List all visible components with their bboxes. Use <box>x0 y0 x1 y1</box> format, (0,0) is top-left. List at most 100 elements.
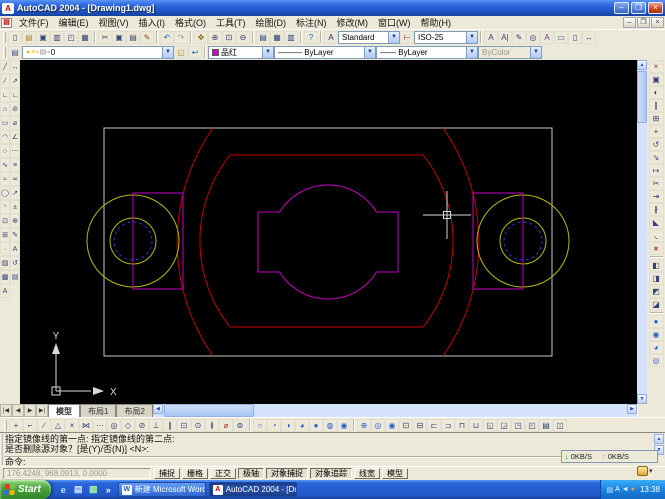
chevron-down-icon[interactable]: ▼ <box>364 46 375 58</box>
mirror-button[interactable]: ◐ <box>648 86 664 99</box>
snap-quadrant-button[interactable]: ◇ <box>121 418 135 432</box>
open-button[interactable]: ▤ <box>22 30 36 44</box>
media-app-button[interactable]: ▦ <box>87 483 100 496</box>
layout-tab-0[interactable]: 模型 <box>48 404 80 417</box>
hatch-button[interactable]: ▨ <box>0 256 10 270</box>
shade-gouraud-button[interactable]: ◉ <box>648 328 664 341</box>
flat-shaded-edges-button[interactable]: ◍ <box>323 418 337 432</box>
dim-ordinate-button[interactable]: ∟ <box>10 88 20 102</box>
chevron-down-icon[interactable]: ▾ <box>649 467 653 475</box>
internet-explorer-button[interactable]: e <box>57 483 70 496</box>
text-style-combo[interactable]: Standard ▼ <box>338 30 400 44</box>
menu-item-4[interactable]: 格式(O) <box>170 16 211 29</box>
volume-tray-button[interactable]: ◄ <box>622 486 629 494</box>
restore-button[interactable]: ❐ <box>631 2 646 14</box>
layer-plot-button[interactable]: ▤ <box>40 48 47 56</box>
ellipse-arc-button[interactable]: ◝ <box>0 200 10 214</box>
dim-baseline-button[interactable]: ≡ <box>10 158 20 172</box>
dim-style-manager-button[interactable]: ⊢ <box>400 30 414 44</box>
draworder-front-button[interactable]: ◧ <box>648 259 664 272</box>
snap-nearest-button[interactable]: ≬ <box>205 418 219 432</box>
pan-realtime-button[interactable]: ✥ <box>194 30 208 44</box>
single-line-text-button[interactable]: A| <box>498 30 512 44</box>
spline-button[interactable]: ≈ <box>0 172 10 186</box>
dim-linear-button[interactable]: ↔ <box>10 60 20 74</box>
layout-tab-2[interactable]: 布局2 <box>116 404 153 417</box>
insert-block-button[interactable]: ⊡ <box>0 214 10 228</box>
chamfer-button[interactable]: ◣ <box>648 216 664 229</box>
menu-item-3[interactable]: 插入(I) <box>134 16 171 29</box>
text-style-manager-button[interactable]: A <box>324 30 338 44</box>
save-button[interactable]: ▣ <box>36 30 50 44</box>
menu-item-0[interactable]: 文件(F) <box>14 16 54 29</box>
tab-prev-button[interactable]: ◀ <box>12 404 24 417</box>
draworder-under-button[interactable]: ◪ <box>648 298 664 311</box>
view-bottom-button[interactable]: ⊟ <box>413 418 427 432</box>
tool-palettes-button[interactable]: ▥ <box>284 30 298 44</box>
helper-icon[interactable] <box>637 466 648 476</box>
match-properties-button[interactable]: ✎ <box>140 30 154 44</box>
status-toggle-1[interactable]: 栅格 <box>182 468 208 479</box>
orbit-3d-button[interactable]: ◎ <box>648 354 664 367</box>
dim-text-edit-button[interactable]: A <box>10 242 20 256</box>
horizontal-scroll-thumb[interactable] <box>163 404 254 417</box>
gouraud-shaded-edges-button[interactable]: ◉ <box>337 418 351 432</box>
tray-helper-widget[interactable]: ▾ <box>637 466 653 476</box>
view-top-button[interactable]: ⊡ <box>399 418 413 432</box>
menu-item-1[interactable]: 编辑(E) <box>54 16 94 29</box>
close-button[interactable]: × <box>648 2 663 14</box>
child-restore-button[interactable]: ❐ <box>637 17 650 28</box>
publish-button[interactable]: ▦ <box>78 30 92 44</box>
temporary-track-point-button[interactable]: + <box>9 418 23 432</box>
status-toggle-3[interactable]: 极轴 <box>238 468 264 479</box>
snap-midpoint-button[interactable]: △ <box>51 418 65 432</box>
snap-extension-button[interactable]: ⋯ <box>93 418 107 432</box>
break-button[interactable]: ∦ <box>648 203 664 216</box>
properties-button[interactable]: ▤ <box>256 30 270 44</box>
plot-button[interactable]: ▥ <box>50 30 64 44</box>
line-button[interactable]: ╱ <box>0 60 10 74</box>
monitor-tray-button[interactable]: ● <box>631 486 635 494</box>
view-right-button[interactable]: ⊐ <box>441 418 455 432</box>
dim-edit-button[interactable]: ✎ <box>10 228 20 242</box>
region-button[interactable]: ▩ <box>0 270 10 284</box>
dim-style-combo[interactable]: ISO-25 ▼ <box>414 30 478 44</box>
cut-button[interactable]: ✂ <box>98 30 112 44</box>
draworder-above-button[interactable]: ◩ <box>648 285 664 298</box>
task-button-0[interactable]: W新建 Microsoft Word ... <box>117 482 206 497</box>
fillet-button[interactable]: ◟ <box>648 229 664 242</box>
shade-hidden-button[interactable]: ◕ <box>648 341 664 354</box>
snap-tangent-button[interactable]: ⊘ <box>135 418 149 432</box>
shade-flat-button[interactable]: ● <box>648 315 664 328</box>
zoom-window-button[interactable]: ⊡ <box>222 30 236 44</box>
vertical-scroll-thumb[interactable] <box>637 71 647 123</box>
status-toggle-6[interactable]: 线宽 <box>354 468 380 479</box>
zoom-realtime-button[interactable]: ⊕ <box>208 30 222 44</box>
erase-button[interactable]: × <box>648 60 664 73</box>
menu-item-9[interactable]: 窗口(W) <box>373 16 416 29</box>
cad-drawing[interactable]: YX <box>20 60 627 404</box>
justify-text-button[interactable]: ▯ <box>568 30 582 44</box>
scale-button[interactable]: ⇘ <box>648 151 664 164</box>
make-object-layer-current-button[interactable]: ◱ <box>174 45 188 59</box>
circle-button[interactable]: ○ <box>0 144 10 158</box>
polyline-button[interactable]: ∟ <box>0 88 10 102</box>
convert-distance-button[interactable]: ↔ <box>582 30 596 44</box>
make-block-button[interactable]: ⊞ <box>0 228 10 242</box>
find-replace-button[interactable]: ◎ <box>526 30 540 44</box>
command-prompt[interactable]: 命令: <box>5 457 653 467</box>
text-style-button[interactable]: A <box>540 30 554 44</box>
menu-item-5[interactable]: 工具(T) <box>211 16 251 29</box>
view-se-iso-button[interactable]: ◲ <box>497 418 511 432</box>
quick-dimension-button[interactable]: ⋯ <box>10 144 20 158</box>
plot-preview-button[interactable]: ◰ <box>64 30 78 44</box>
dim-style-button[interactable]: ▤ <box>10 270 20 284</box>
task-button-1[interactable]: AAutoCAD 2004 - [Dra... <box>208 482 297 497</box>
snap-from-button[interactable]: ⌐ <box>23 418 37 432</box>
zoom-3d-button[interactable]: ⊕ <box>357 418 371 432</box>
snap-intersection-button[interactable]: × <box>65 418 79 432</box>
layer-freeze-button[interactable]: ¤ <box>31 49 35 56</box>
vertical-scrollbar[interactable]: ▲ ▼ <box>637 60 647 404</box>
quick-launch-more-button[interactable]: » <box>102 483 115 496</box>
flat-shaded-button[interactable]: ◕ <box>295 418 309 432</box>
